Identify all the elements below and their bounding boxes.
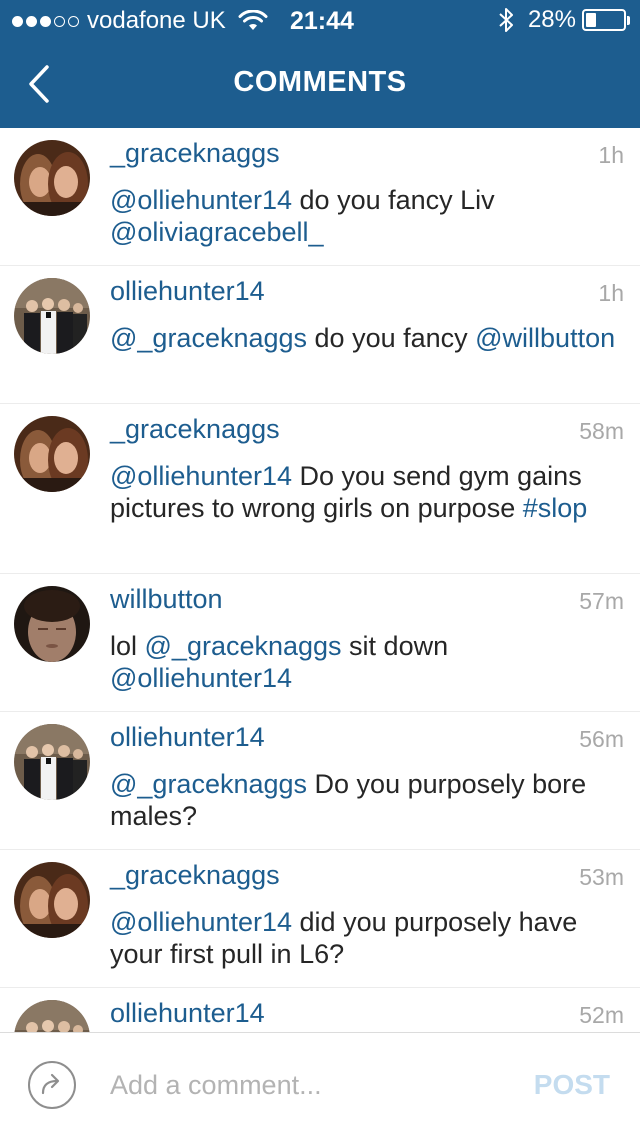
avatar[interactable] [14, 1000, 90, 1032]
comment-timestamp: 1h [598, 142, 624, 168]
comment-row[interactable]: willbutton 57m lol @_graceknaggs sit down … [0, 574, 640, 712]
comment-row[interactable]: olliehunter14 52m [0, 988, 640, 1032]
comment-timestamp: 1h [598, 280, 624, 306]
comment-text-segment: do you fancy Liv [292, 185, 495, 215]
mention-link[interactable]: @_graceknaggs [110, 769, 307, 799]
comment-text: @_graceknaggs Do you purposely bore male… [110, 768, 625, 832]
mention-link[interactable]: @oliviagracebell_ [110, 217, 324, 247]
mention-link[interactable]: @_graceknaggs [110, 323, 307, 353]
mention-link[interactable]: @olliehunter14 [110, 461, 292, 491]
avatar[interactable] [14, 862, 90, 938]
comment-username[interactable]: _graceknaggs [110, 138, 280, 169]
comment-timestamp: 56m [579, 726, 624, 752]
comment-row[interactable]: _graceknaggs 58m @olliehunter14 Do you sen… [0, 404, 640, 574]
comment-timestamp: 58m [579, 418, 624, 444]
comment-username[interactable]: olliehunter14 [110, 722, 265, 753]
avatar[interactable] [14, 724, 90, 800]
battery-percentage: 28% [527, 6, 576, 33]
signal-dot [26, 15, 37, 27]
comment-username[interactable]: willbutton [110, 584, 223, 615]
comment-timestamp: 53m [579, 864, 624, 890]
signal-dot [54, 15, 65, 27]
hashtag-link[interactable]: #slop [523, 493, 588, 523]
comment-text: lol @_graceknaggs sit down @olliehunter1… [110, 630, 625, 694]
comment-username[interactable]: _graceknaggs [110, 414, 280, 445]
comment-timestamp: 52m [579, 1002, 624, 1028]
status-time: 21:44 [290, 7, 354, 35]
comment-row[interactable]: _graceknaggs 1h @olliehunter14 do you fanc… [0, 128, 640, 266]
share-button[interactable] [28, 1061, 76, 1109]
mention-link[interactable]: @olliehunter14 [110, 663, 292, 693]
comment-username[interactable]: _graceknaggs [110, 860, 280, 891]
comment-row[interactable]: olliehunter14 56m @_graceknaggs Do you pur… [0, 712, 640, 850]
comment-username[interactable]: olliehunter14 [110, 276, 265, 307]
avatar[interactable] [14, 586, 90, 662]
signal-dot [12, 15, 23, 27]
comment-username[interactable]: olliehunter14 [110, 998, 265, 1029]
battery-level-fill [586, 13, 596, 27]
comment-input[interactable] [110, 1063, 500, 1107]
battery-icon [582, 9, 626, 31]
comment-text: @olliehunter14 did you purposely have yo… [110, 906, 625, 970]
mention-link[interactable]: @willbutton [475, 323, 615, 353]
share-arrow-icon [41, 1073, 60, 1095]
comment-text: @olliehunter14 do you fancy Liv @oliviag… [110, 184, 625, 248]
comment-text-segment: lol [110, 631, 145, 661]
app-header: vodafone UK 21:44 28% COMMENTS [0, 0, 640, 128]
comment-composer: POST [0, 1032, 640, 1136]
avatar[interactable] [14, 278, 90, 354]
mention-link[interactable]: @olliehunter14 [110, 185, 292, 215]
status-bar: vodafone UK 21:44 28% [0, 0, 640, 40]
comment-row[interactable]: _graceknaggs 53m @olliehunter14 did you pu… [0, 850, 640, 988]
wifi-icon [238, 10, 268, 30]
battery-tip [627, 15, 630, 25]
signal-dot [40, 15, 51, 27]
comment-text: @_graceknaggs do you fancy @willbutton [110, 322, 625, 354]
comment-row[interactable]: olliehunter14 1h @_graceknaggs do you fanc… [0, 266, 640, 404]
bluetooth-icon [499, 8, 513, 32]
comment-timestamp: 57m [579, 588, 624, 614]
comment-text-segment: do you fancy [307, 323, 476, 353]
avatar[interactable] [14, 140, 90, 216]
comment-text: @olliehunter14 Do you send gym gains pic… [110, 460, 625, 524]
mention-link[interactable]: @_graceknaggs [145, 631, 342, 661]
signal-dot [68, 15, 79, 27]
avatar[interactable] [14, 416, 90, 492]
post-button[interactable]: POST [534, 1069, 610, 1101]
signal-strength-icon [12, 15, 79, 27]
comments-list[interactable]: _graceknaggs 1h @olliehunter14 do you fanc… [0, 128, 640, 1032]
comment-text-segment: sit down [341, 631, 449, 661]
carrier-name: vodafone UK [87, 7, 226, 34]
page-title: COMMENTS [233, 66, 407, 98]
mention-link[interactable]: @olliehunter14 [110, 907, 292, 937]
